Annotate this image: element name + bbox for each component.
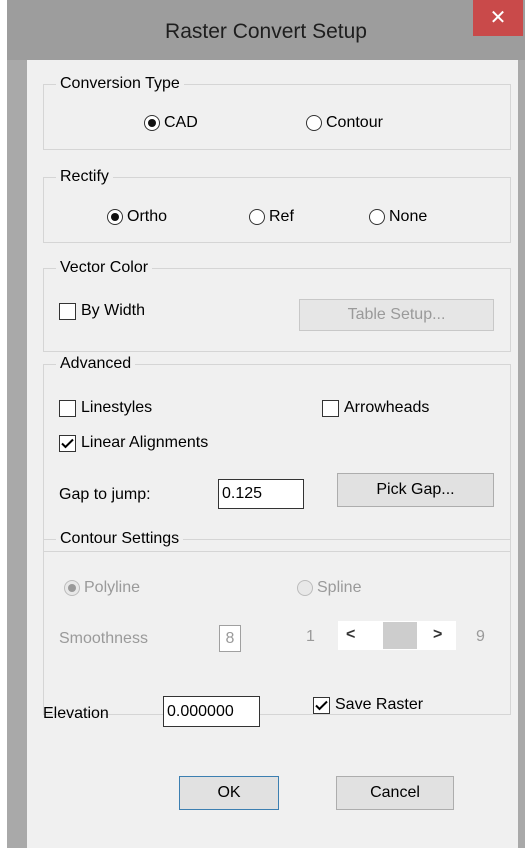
rectify-label: Rectify	[56, 166, 113, 188]
close-button[interactable]: ✕	[473, 0, 523, 36]
elevation-label: Elevation	[43, 705, 109, 722]
linestyles-box[interactable]	[59, 399, 76, 417]
linestyles-checkbox[interactable]: Linestyles	[59, 399, 152, 417]
radio-contour-indicator[interactable]	[306, 115, 322, 131]
vector-color-group: Vector Color By Width Table Setup...	[43, 257, 511, 352]
slider-max-label: 9	[476, 628, 485, 645]
radio-ref[interactable]: Ref	[249, 208, 294, 226]
radio-contour-label: Contour	[326, 114, 383, 131]
radio-polyline-indicator[interactable]	[64, 580, 80, 596]
slider-min-label: 1	[306, 628, 315, 645]
linear-alignments-box[interactable]	[59, 434, 76, 452]
radio-cad-label: CAD	[164, 114, 198, 131]
conversion-type-label: Conversion Type	[56, 73, 184, 95]
ok-button[interactable]: OK	[179, 776, 279, 810]
dialog-body: Conversion Type CAD Contour Rectify Orth…	[27, 60, 518, 848]
radio-ref-label: Ref	[269, 208, 294, 225]
radio-ref-indicator[interactable]	[249, 209, 265, 225]
advanced-label: Advanced	[56, 353, 136, 375]
radio-cad[interactable]: CAD	[144, 114, 198, 132]
linestyles-label: Linestyles	[81, 399, 153, 416]
rectify-group: Rectify Ortho Ref None	[43, 166, 511, 243]
gap-to-jump-label: Gap to jump:	[59, 486, 151, 503]
radio-spline-label: Spline	[317, 579, 362, 596]
gap-to-jump-input[interactable]: 0.125	[218, 479, 304, 509]
radio-none-label: None	[389, 208, 428, 225]
by-width-checkbox[interactable]: By Width	[59, 302, 145, 320]
by-width-label: By Width	[81, 302, 146, 319]
linear-alignments-label: Linear Alignments	[81, 434, 209, 451]
checkmark-icon	[61, 438, 74, 448]
radio-ortho-label: Ortho	[127, 208, 168, 225]
radio-contour[interactable]: Contour	[306, 114, 383, 132]
slider-right-arrow-icon[interactable]: >	[433, 625, 442, 645]
vector-color-label: Vector Color	[56, 257, 153, 279]
conversion-type-group: Conversion Type CAD Contour	[43, 73, 511, 150]
radio-spline-indicator[interactable]	[297, 580, 313, 596]
radio-cad-indicator[interactable]	[144, 115, 160, 131]
radio-ortho-indicator[interactable]	[107, 209, 123, 225]
radio-polyline-label: Polyline	[84, 579, 141, 596]
radio-none[interactable]: None	[369, 208, 427, 226]
contour-settings-group: Contour Settings Polyline Spline Smoothn…	[43, 528, 511, 715]
table-setup-button[interactable]: Table Setup...	[299, 299, 494, 331]
dialog-title: Raster Convert Setup	[165, 20, 367, 43]
arrowheads-box[interactable]	[322, 399, 339, 417]
checkmark-icon	[315, 700, 328, 710]
advanced-group: Advanced Linestyles Arrowheads Linear Al…	[43, 353, 511, 552]
linear-alignments-checkbox[interactable]: Linear Alignments	[59, 434, 208, 452]
slider-left-arrow-icon[interactable]: <	[346, 625, 355, 645]
arrowheads-label: Arrowheads	[344, 399, 430, 416]
slider-thumb[interactable]	[383, 622, 417, 649]
save-raster-label: Save Raster	[335, 696, 424, 713]
smoothness-label: Smoothness	[59, 630, 148, 647]
close-icon: ✕	[489, 7, 507, 29]
pick-gap-button[interactable]: Pick Gap...	[337, 473, 494, 507]
contour-settings-label: Contour Settings	[56, 528, 184, 550]
radio-polyline[interactable]: Polyline	[64, 579, 140, 597]
cancel-button[interactable]: Cancel	[336, 776, 454, 810]
smoothness-value: 8	[219, 625, 241, 652]
arrowheads-checkbox[interactable]: Arrowheads	[322, 399, 429, 417]
radio-ortho[interactable]: Ortho	[107, 208, 167, 226]
title-bar[interactable]: Raster Convert Setup ✕	[7, 0, 525, 60]
save-raster-checkbox[interactable]: Save Raster	[313, 696, 423, 714]
by-width-box[interactable]	[59, 302, 76, 320]
radio-spline[interactable]: Spline	[297, 579, 361, 597]
elevation-input[interactable]: 0.000000	[163, 696, 260, 727]
radio-none-indicator[interactable]	[369, 209, 385, 225]
save-raster-box[interactable]	[313, 696, 330, 714]
